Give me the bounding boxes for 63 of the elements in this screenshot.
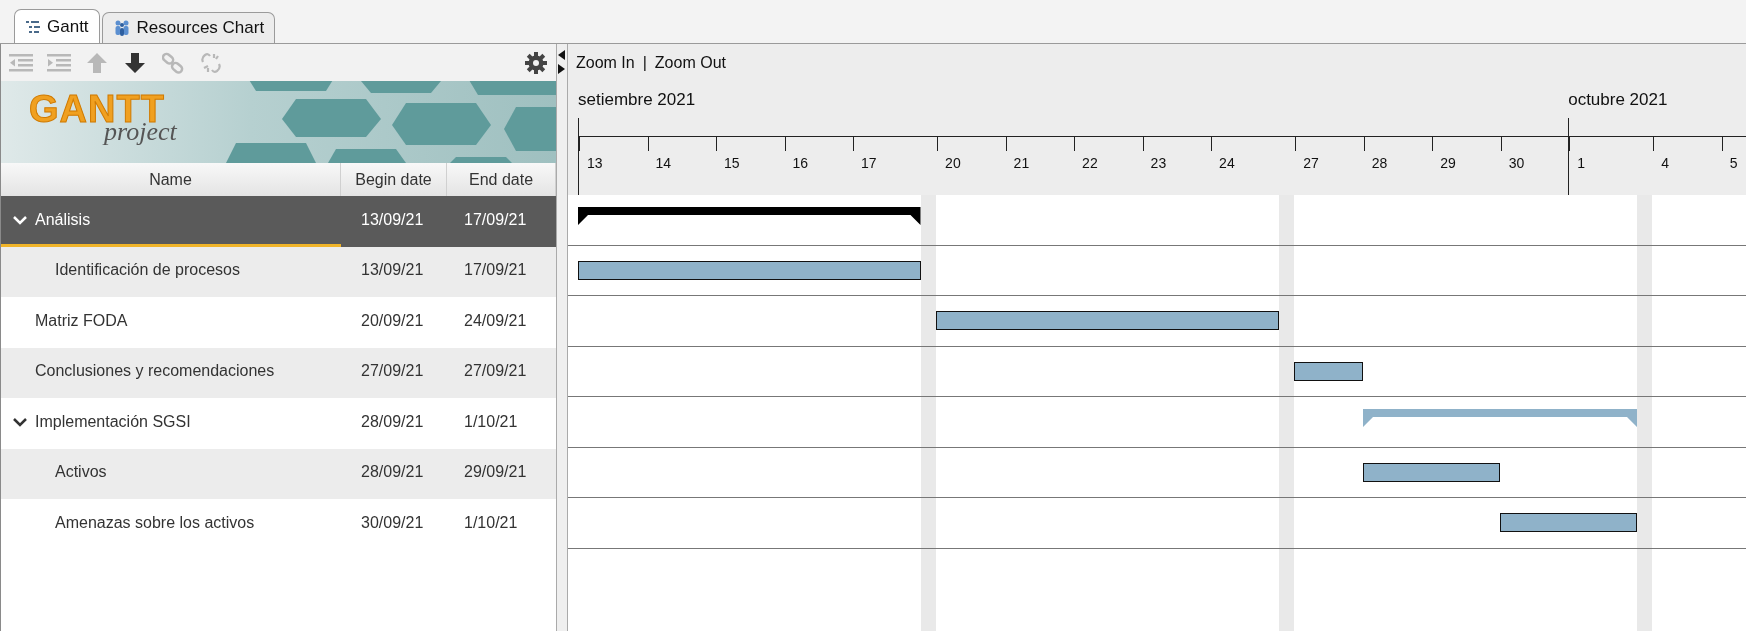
month-label: octubre 2021 [1568, 90, 1668, 110]
task-bar[interactable] [936, 311, 1279, 330]
task-bar[interactable] [1499, 513, 1637, 532]
task-name-cell[interactable]: Análisis [1, 196, 341, 247]
begin-date-cell: 28/09/21 [341, 448, 447, 499]
unlink-icon [200, 51, 222, 74]
day-label: 5 [1729, 155, 1738, 171]
begin-date-cell: 13/09/21 [341, 246, 447, 297]
task-bar[interactable] [1294, 361, 1363, 381]
begin-date-cell: 13/09/21 [341, 196, 447, 247]
task-name-cell[interactable]: Identificación de procesos [1, 246, 341, 297]
task-name: Amenazas sobre los activos [55, 513, 255, 532]
gantt-icon [25, 18, 41, 35]
month-label: setiembre 2021 [578, 90, 696, 110]
collapse-left-icon[interactable] [558, 50, 565, 60]
column-header[interactable]: End date [447, 163, 556, 196]
tab[interactable]: Gantt [14, 9, 100, 43]
end-date-cell: 29/09/21 [447, 448, 556, 499]
day-label: 24 [1219, 155, 1235, 171]
day-label: 14 [655, 155, 672, 171]
chevron-icon[interactable] [13, 416, 27, 427]
day-label: 21 [1013, 155, 1030, 171]
day-label: 4 [1661, 155, 1670, 171]
day-label: 29 [1440, 155, 1456, 171]
end-date-cell: 17/09/21 [447, 196, 556, 247]
zoom-in-link[interactable]: Zoom In [576, 54, 635, 72]
tab[interactable]: Resources Chart [101, 12, 276, 43]
zoom-out-link[interactable]: Zoom Out [654, 54, 726, 72]
day-label: 22 [1082, 155, 1098, 171]
day-label: 20 [945, 155, 961, 171]
task-name: Análisis [35, 210, 91, 229]
separator: | [642, 54, 647, 72]
column-header[interactable]: Name [1, 163, 341, 196]
end-date-cell: 17/09/21 [447, 246, 556, 297]
task-name: Identificación de procesos [55, 261, 240, 280]
up-arrow-icon [86, 51, 108, 74]
task-bar[interactable] [578, 260, 921, 280]
task-name: Conclusiones y recomendaciones [35, 362, 275, 381]
begin-date-cell: 27/09/21 [341, 347, 447, 398]
summary-bar[interactable] [578, 207, 921, 225]
task-bar[interactable] [1362, 462, 1500, 482]
expand-right-icon[interactable] [558, 64, 565, 74]
day-label: 27 [1303, 155, 1319, 171]
day-label: 13 [587, 155, 603, 171]
task-name-cell[interactable]: Conclusiones y recomendaciones [1, 347, 341, 398]
day-label: 16 [792, 155, 809, 171]
task-name: Implementación SGSI [35, 412, 191, 431]
end-date-cell: 27/09/21 [447, 347, 556, 398]
down-arrow-icon [124, 51, 146, 74]
task-name: Matriz FODA [35, 311, 128, 330]
column-header[interactable]: Begin date [341, 163, 447, 196]
day-label: 17 [861, 155, 877, 171]
settings-icon [525, 51, 547, 74]
link-icon [162, 51, 184, 74]
task-name: Activos [55, 463, 107, 482]
day-label: 1 [1577, 155, 1585, 171]
day-label: 30 [1508, 155, 1525, 171]
indent-icon [47, 52, 71, 73]
day-label: 23 [1150, 155, 1167, 171]
day-label: 15 [724, 155, 740, 171]
day-label: 28 [1371, 155, 1388, 171]
outdent-icon [9, 52, 33, 73]
task-name-cell[interactable]: Activos [1, 448, 341, 499]
